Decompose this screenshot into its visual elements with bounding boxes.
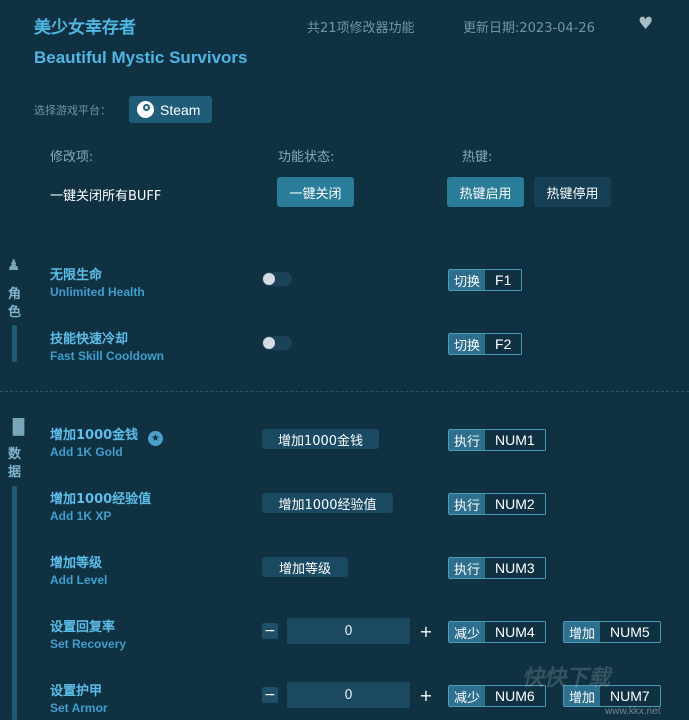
character-icon: ♟ [7,256,21,274]
watermark-url: www.kkx.net [605,706,661,717]
bar-chart-icon: ▐▌ [7,418,31,436]
steam-label: Steam [160,101,201,118]
list-item: 增加1000金钱 Add 1K Gold [50,428,139,459]
hotkey-num1[interactable]: 执行 NUM1 [448,429,546,451]
section-role-label: 角 色 [8,287,22,320]
star-icon: ★ [148,431,163,446]
column-header-item: 修改项: [50,150,94,165]
update-date: 更新日期:2023-04-26 [463,21,595,36]
list-item: 技能快速冷却 Fast Skill Cooldown [50,332,165,363]
list-item: 无限生命 Unlimited Health [50,268,145,299]
section-divider [0,391,689,392]
fast-skill-cooldown-toggle[interactable] [262,336,292,350]
hotkey-num2[interactable]: 执行 NUM2 [448,493,546,515]
platform-label: 选择游戏平台： [34,104,111,117]
steam-platform-button[interactable]: Steam [129,96,212,123]
watermark-logo: 快快下载 [522,666,611,691]
list-item: 设置护甲 Set Armor [50,684,108,715]
add-level-button[interactable]: 增加等级 [262,557,348,577]
list-item: 增加1000经验值 Add 1K XP [50,492,152,523]
add-xp-button[interactable]: 增加1000经验值 [262,493,393,513]
section-data-label: 数 据 [8,447,22,480]
hotkey-f2[interactable]: 切换 F2 [448,333,523,355]
armor-increase-button[interactable]: + [418,686,434,705]
armor-input[interactable]: 0 [287,682,410,708]
column-header-hotkey: 热键: [462,150,493,165]
close-all-button[interactable]: 一键关闭 [277,177,354,207]
section-role-scrollbar[interactable] [12,325,17,362]
list-item: 增加等级 Add Level [50,556,108,587]
hotkey-num4[interactable]: 减少 NUM4 [448,621,546,643]
heart-icon[interactable]: ♥ [638,14,653,34]
hotkey-num3[interactable]: 执行 NUM3 [448,557,546,579]
hotkey-num5[interactable]: 增加 NUM5 [563,621,661,643]
hotkey-enable-button[interactable]: 热键启用 [447,177,524,207]
steam-icon [137,101,154,118]
hotkey-disable-button[interactable]: 热键停用 [534,177,611,207]
unlimited-health-toggle[interactable] [262,272,292,286]
list-item: 设置回复率 Set Recovery [50,620,127,651]
app-title-cn: 美少女幸存者 [34,18,136,38]
recovery-increase-button[interactable]: + [418,622,434,641]
hotkey-f1[interactable]: 切换 F1 [448,269,523,291]
armor-decrease-button[interactable]: − [262,687,278,703]
recovery-decrease-button[interactable]: − [262,623,278,639]
add-gold-button[interactable]: 增加1000金钱 [262,429,379,449]
recovery-input[interactable]: 0 [287,618,410,644]
section-data-scrollbar[interactable] [12,486,17,720]
app-title-en: Beautiful Mystic Survivors [34,48,248,67]
feature-count: 共21项修改器功能 [307,21,415,36]
column-header-status: 功能状态: [278,150,335,165]
close-all-buff-label: 一键关闭所有BUFF [50,189,162,204]
